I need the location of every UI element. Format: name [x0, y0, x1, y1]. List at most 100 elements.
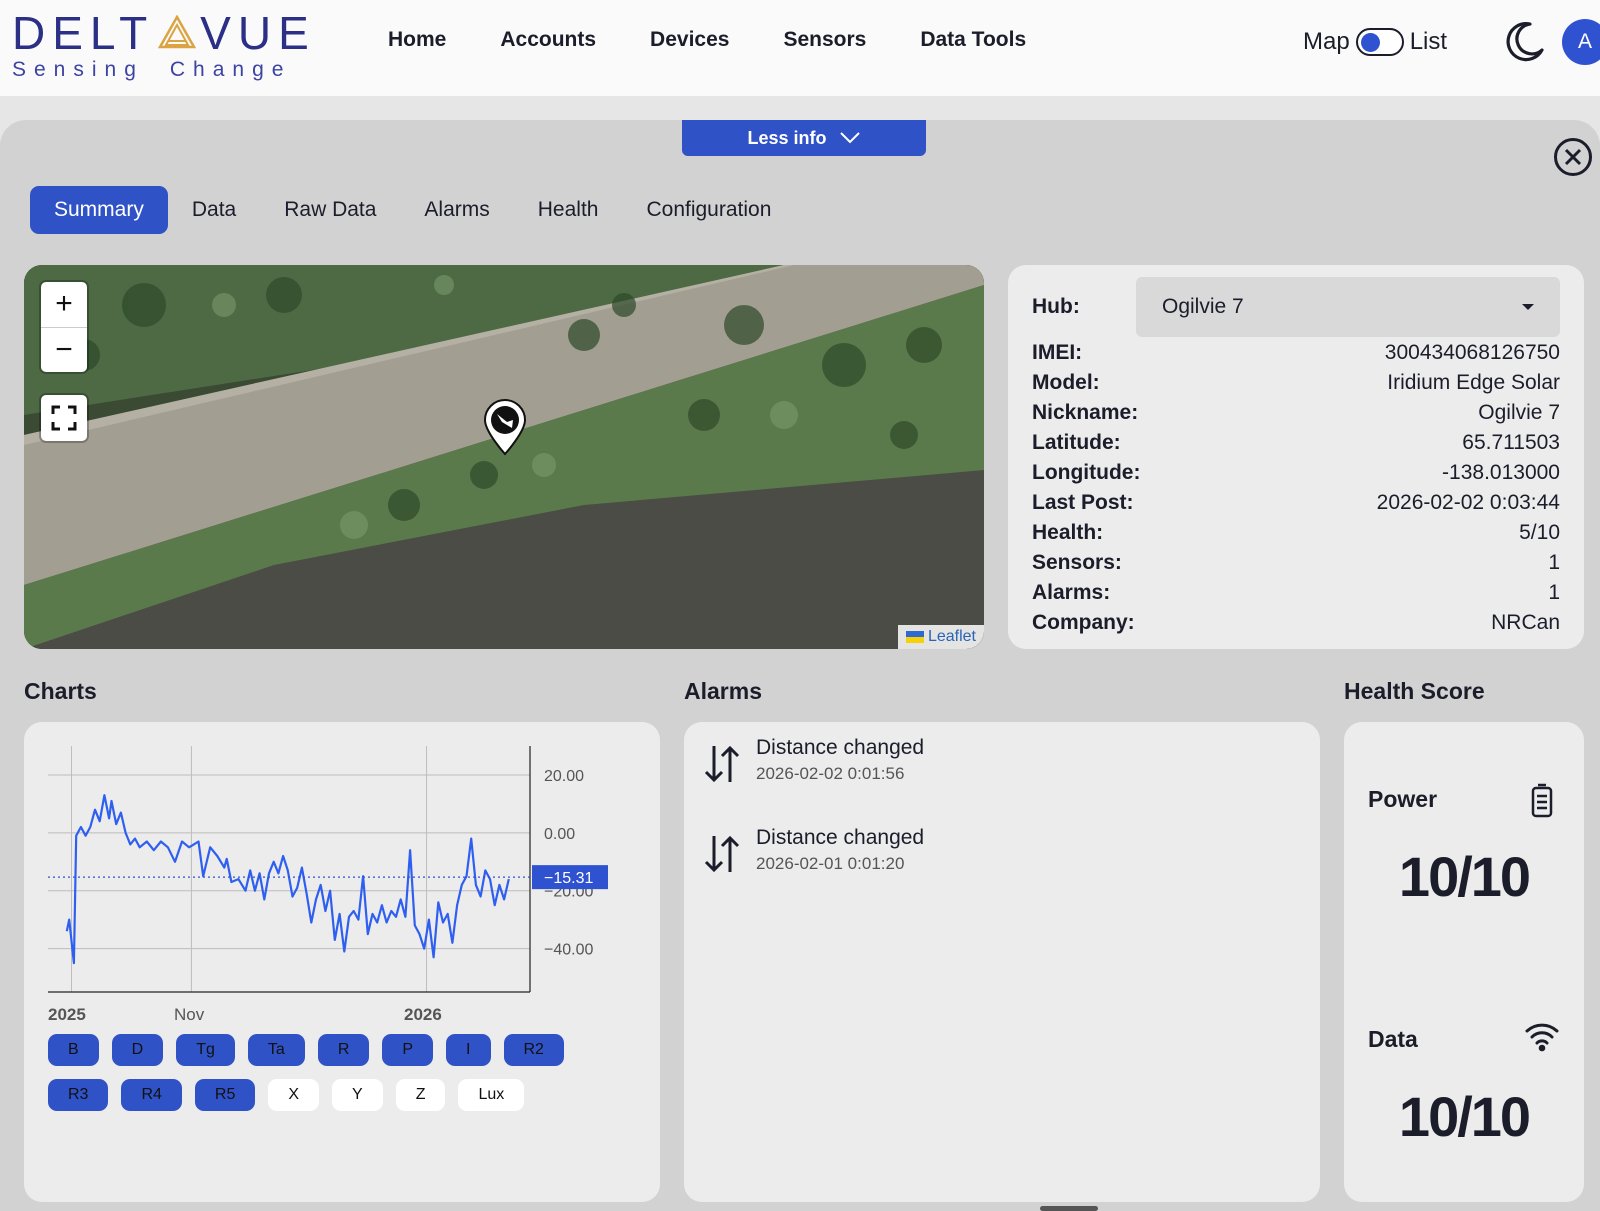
sensor-chip-d[interactable]: D [111, 1034, 164, 1066]
field-row: Model: Iridium Edge Solar [1032, 371, 1560, 394]
zoom-out-button[interactable]: − [41, 327, 87, 372]
data-score: 10/10 [1398, 1085, 1531, 1148]
y-tick-label: 20.00 [544, 768, 584, 785]
sensor-chip-y[interactable]: Y [332, 1079, 383, 1111]
sensor-chip-r3[interactable]: R3 [48, 1079, 109, 1111]
tab-configuration[interactable]: Configuration [622, 186, 795, 234]
chevron-down-icon [839, 132, 860, 144]
map-list-toggle: Map List [1303, 28, 1447, 56]
alarm-item[interactable]: Distance changed 2026-02-01 0:01:20 [702, 826, 924, 876]
logo-tagline: Sensing Change [12, 58, 292, 81]
health-score-heading: Health Score [1344, 678, 1485, 704]
health-score-card: Power 10/10 Data 10/10 [1344, 722, 1584, 1202]
close-icon [1564, 148, 1582, 166]
moon-icon[interactable] [1504, 20, 1546, 62]
nav-devices[interactable]: Devices [650, 28, 729, 52]
fullscreen-button[interactable] [41, 395, 87, 441]
logo[interactable]: DELT VUE Sensing Change [12, 6, 309, 86]
tab-health[interactable]: Health [514, 186, 623, 234]
current-value-label: −15.31 [544, 870, 593, 887]
sensor-chip-x[interactable]: X [268, 1079, 320, 1111]
power-score: 10/10 [1398, 845, 1531, 908]
sensor-chip-r5[interactable]: R5 [194, 1079, 256, 1111]
alarms-heading: Alarms [684, 678, 762, 704]
main-nav: Home Accounts Devices Sensors Data Tools [388, 28, 1080, 52]
wifi-icon [1525, 1023, 1559, 1052]
zoom-control: + − [41, 282, 87, 372]
sensor-chip-p[interactable]: P [382, 1034, 434, 1066]
device-marker-icon[interactable] [482, 398, 528, 456]
alarm-title: Distance changed [756, 736, 925, 759]
up-down-arrows-icon [704, 745, 740, 783]
hub-fields: IMEI: 300434068126750 Model: Iridium Edge … [1032, 338, 1560, 638]
x-tick-label: 2025 [48, 1005, 86, 1024]
power-label: Power [1368, 786, 1438, 812]
sensor-chips: B D Tg Ta R P I R2 R3 R4 R5 X Y Z Lux [48, 1034, 648, 1124]
alarm-time: 2026-02-01 0:01:20 [756, 854, 905, 873]
nav-sensors[interactable]: Sensors [783, 28, 866, 52]
hub-label: Hub: [1032, 295, 1080, 318]
hub-select[interactable]: Ogilvie 7 [1136, 277, 1560, 337]
alarm-title: Distance changed [756, 826, 925, 849]
sensor-chip-lux[interactable]: Lux [458, 1079, 525, 1111]
alarm-item[interactable]: Distance changed 2026-02-02 0:01:56 [702, 736, 924, 786]
switch-knob [1360, 33, 1380, 52]
y-tick-label: −40.00 [544, 942, 593, 959]
hub-selected-value: Ogilvie 7 [1162, 295, 1244, 318]
view-switch[interactable] [1355, 28, 1404, 56]
sensor-chip-r4[interactable]: R4 [121, 1079, 182, 1111]
sensor-chip-b[interactable]: B [48, 1034, 99, 1066]
fullscreen-icon [51, 405, 77, 431]
battery-icon [1531, 783, 1553, 818]
caret-down-icon [1522, 304, 1534, 310]
field-row: Sensors: 1 [1032, 551, 1560, 574]
data-series-line [65, 794, 510, 965]
top-bar: DELT VUE Sensing Change Home Accounts Devi… [0, 0, 1600, 96]
sensor-chip-ta[interactable]: Ta [247, 1034, 305, 1066]
tab-data[interactable]: Data [168, 186, 260, 234]
sensor-chip-z[interactable]: Z [395, 1079, 446, 1111]
field-row: IMEI: 300434068126750 [1032, 341, 1560, 364]
less-info-button[interactable]: Less info [682, 120, 926, 156]
alarms-card: Distance changed 2026-02-02 0:01:56 Dist… [684, 722, 1320, 1202]
x-tick-label: Nov [174, 1005, 205, 1024]
zoom-in-button[interactable]: + [41, 282, 87, 327]
field-row: Longitude: -138.013000 [1032, 461, 1560, 484]
x-tick-label: 2026 [404, 1005, 442, 1024]
field-row: Health: 5/10 [1032, 521, 1560, 544]
map-attribution[interactable]: Leaflet [897, 625, 984, 649]
sensor-line-chart[interactable]: 20.000.00−20.00−40.002025 Nov 2026−15.31 [24, 722, 660, 1032]
scroll-handle[interactable] [1040, 1206, 1098, 1211]
field-row: Last Post: 2026-02-02 0:03:44 [1032, 491, 1560, 514]
satellite-map[interactable]: + − Leaflet [24, 265, 984, 649]
chip-row: R3 R4 R5 X Y Z Lux [48, 1079, 648, 1111]
field-row: Alarms: 1 [1032, 581, 1560, 604]
ukraine-flag-icon [905, 630, 924, 643]
field-row: Nickname: Ogilvie 7 [1032, 401, 1560, 424]
sensor-chip-i[interactable]: I [446, 1034, 491, 1066]
tab-bar: Summary Data Raw Data Alarms Health Conf… [30, 186, 795, 234]
data-label: Data [1368, 1026, 1418, 1052]
tab-raw-data[interactable]: Raw Data [260, 186, 400, 234]
toggle-list-label: List [1409, 28, 1448, 55]
alarm-time: 2026-02-02 0:01:56 [756, 764, 905, 783]
logo-triangle-icon [158, 15, 197, 49]
nav-data-tools[interactable]: Data Tools [920, 28, 1026, 52]
charts-card: 20.00 0.00 −20.00 −40.00 2025 Nov 2026 −15.31 B… [24, 722, 660, 1202]
avatar[interactable]: A [1562, 19, 1600, 65]
tab-alarms[interactable]: Alarms [400, 186, 513, 234]
tab-summary[interactable]: Summary [30, 186, 168, 234]
toggle-map-label: Map [1303, 28, 1350, 55]
y-tick-label: 0.00 [544, 826, 575, 843]
nav-accounts[interactable]: Accounts [500, 28, 596, 52]
field-row: Latitude: 65.711503 [1032, 431, 1560, 454]
close-button[interactable] [1554, 138, 1592, 176]
sensor-chip-r2[interactable]: R2 [503, 1034, 564, 1066]
map-imagery [24, 265, 984, 649]
up-down-arrows-icon [704, 835, 740, 873]
nav-home[interactable]: Home [388, 28, 446, 52]
sensor-chip-tg[interactable]: Tg [176, 1034, 235, 1066]
sensor-chip-r[interactable]: R [317, 1034, 370, 1066]
logo-wordmark: DELT VUE [12, 7, 316, 59]
hub-row: Hub: Ogilvie 7 [1032, 277, 1560, 337]
